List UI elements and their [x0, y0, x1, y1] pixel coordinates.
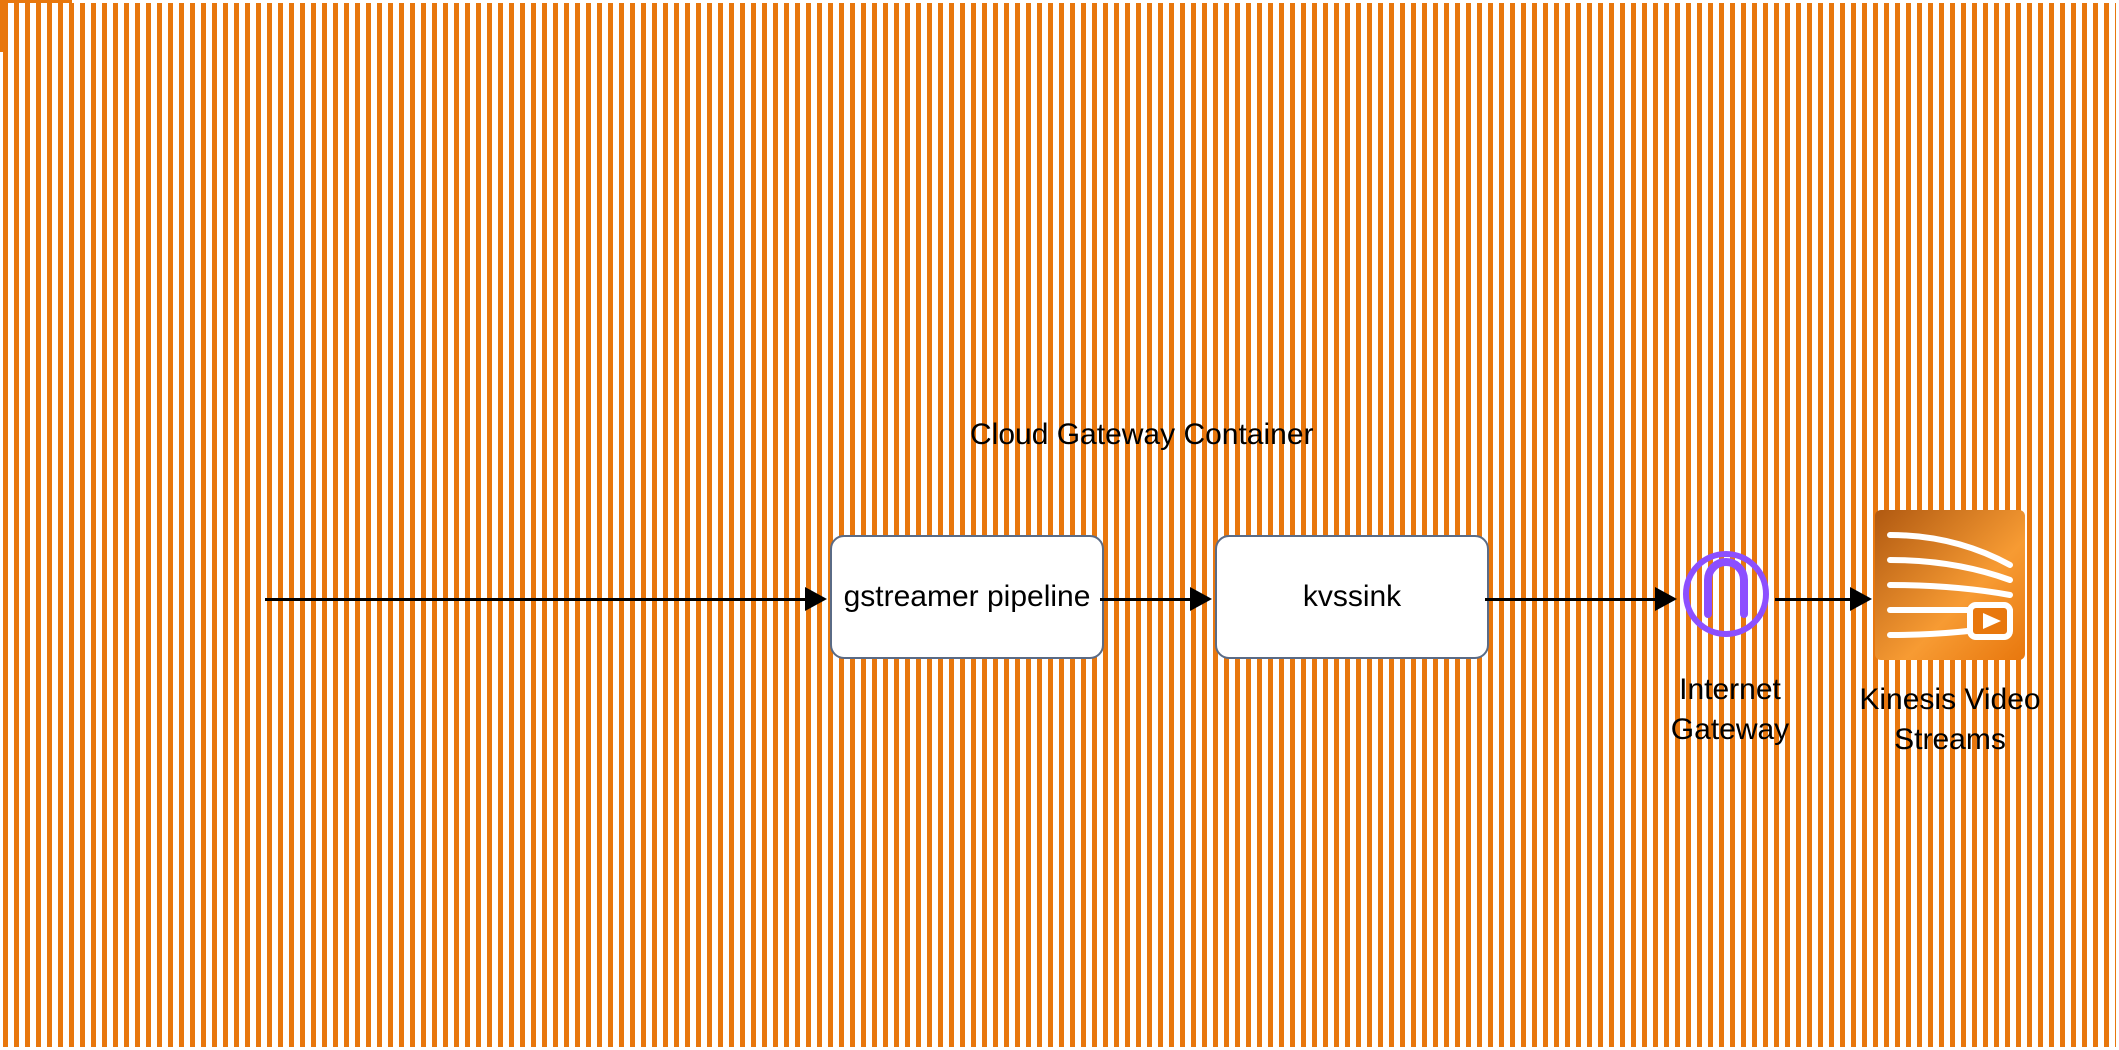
kvssink-text: kvssink: [1303, 577, 1401, 617]
container-icon: [0, 0, 72, 52]
internet-gateway-label: Internet Gateway: [1660, 670, 1800, 750]
arrowhead-icon: [1190, 587, 1212, 611]
arrow-igw-kvs: [1775, 598, 1850, 601]
arrow-gstreamer-kvssink: [1100, 598, 1190, 601]
kinesis-video-streams-label: Kinesis Video Streams: [1820, 680, 2080, 760]
internet-gateway-icon: [1680, 548, 1772, 640]
kinesis-video-streams-icon: [1875, 510, 2025, 660]
kvssink-node: kvssink: [1215, 535, 1489, 659]
arrow-rtsp: [265, 598, 805, 601]
arrowhead-icon: [805, 587, 827, 611]
arrow-kvssink-igw: [1485, 598, 1655, 601]
gstreamer-pipeline-text: gstreamer pipeline: [844, 577, 1091, 617]
arrowhead-icon: [1655, 587, 1677, 611]
gstreamer-pipeline-node: gstreamer pipeline: [830, 535, 1104, 659]
cloud-gateway-container-label: Cloud Gateway Container: [970, 418, 1314, 452]
arrowhead-icon: [1850, 587, 1872, 611]
